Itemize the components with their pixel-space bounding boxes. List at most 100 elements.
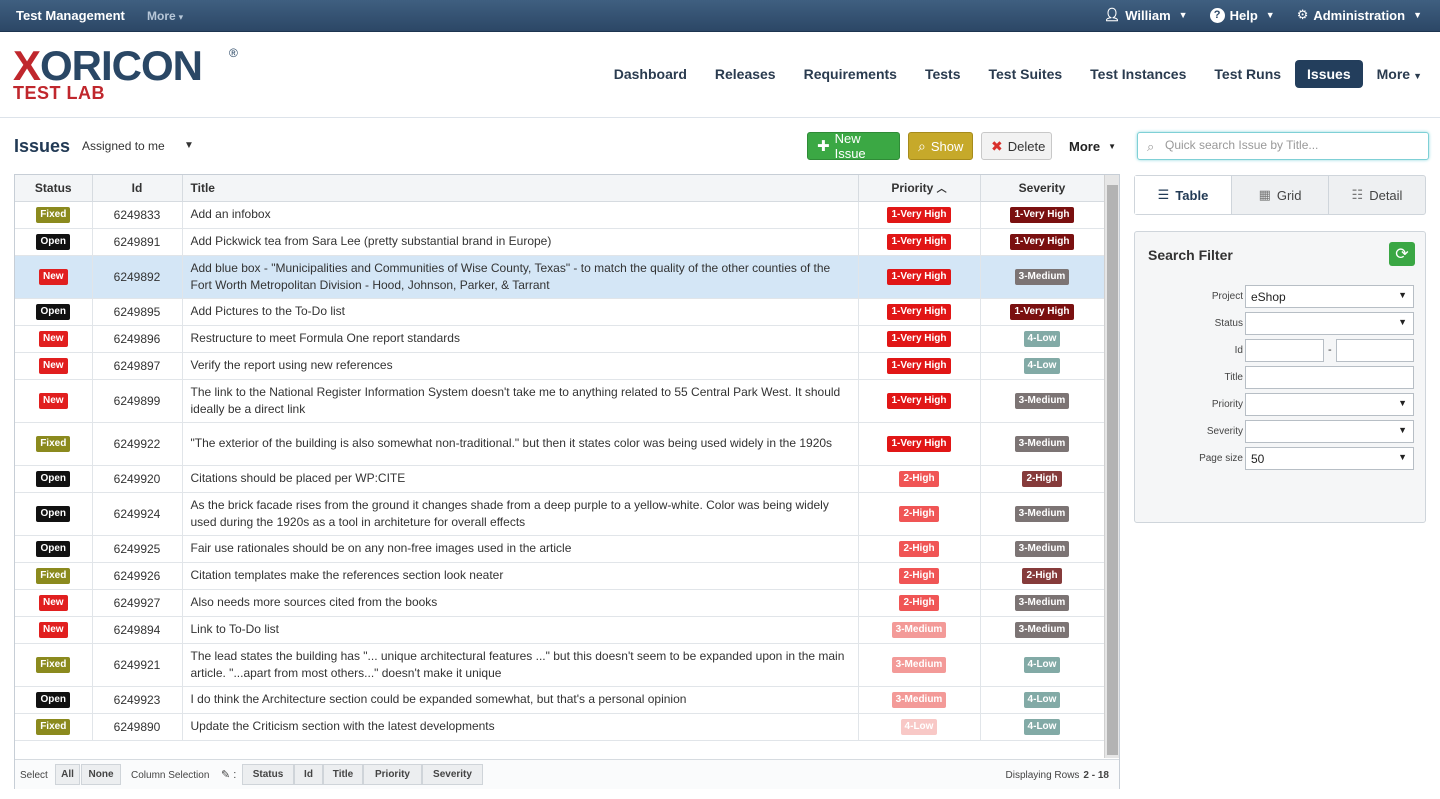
table-row[interactable]: New 6249894 Link to To-Do list 3-Medium 3-Me… [15, 616, 1105, 644]
tab-detail[interactable]: ☷ Detail [1329, 176, 1425, 214]
column-toggle-status[interactable]: Status [242, 764, 294, 785]
status-badge: New [38, 393, 68, 409]
column-header-title[interactable]: Title [182, 175, 859, 202]
show-button[interactable]: ⌕ Show [908, 132, 973, 160]
issue-title[interactable]: Citation templates make the references s… [182, 562, 859, 590]
table-row[interactable]: New 6249896 Restructure to meet Formula On… [15, 325, 1105, 353]
help-menu[interactable]: ? Help ▼ [1209, 7, 1275, 23]
issue-title[interactable]: Add an infobox [182, 201, 859, 229]
column-header-id[interactable]: Id [92, 175, 183, 202]
issue-title[interactable]: Also needs more sources cited from the b… [182, 589, 859, 617]
administration-menu[interactable]: ⚙ Administration ▼ [1297, 7, 1422, 23]
column-header-status[interactable]: Status [15, 175, 93, 202]
issue-title[interactable]: Add Pickwick tea from Sara Lee (pretty s… [182, 228, 859, 256]
table-row[interactable]: Open 6249923 I do think the Architecture s… [15, 686, 1105, 714]
select-all-button[interactable]: All [55, 764, 80, 785]
table-row[interactable]: New 6249892 Add blue box - "Municipalities… [15, 255, 1105, 299]
column-toggle-severity[interactable]: Severity [422, 764, 483, 785]
table-row[interactable]: New 6249897 Verify the report using new re… [15, 352, 1105, 380]
tab-table[interactable]: ☰ Table [1135, 176, 1232, 214]
column-toggle-id[interactable]: Id [294, 764, 323, 785]
issue-title[interactable]: The lead states the building has "... un… [182, 643, 859, 687]
delete-button[interactable]: ✖ Delete [981, 132, 1052, 160]
issue-title[interactable]: Add Pictures to the To-Do list [182, 298, 859, 326]
scrollbar-thumb[interactable] [1107, 185, 1118, 755]
issue-title[interactable]: The link to the National Register Inform… [182, 379, 859, 423]
logo[interactable]: XORICON ® TEST LAB [13, 45, 238, 103]
nav-releases[interactable]: Releases [701, 60, 790, 88]
pencil-icon[interactable]: ✎ : [221, 768, 236, 781]
refresh-icon: ⟳ [1395, 246, 1409, 263]
status-select[interactable]: ▼ [1245, 312, 1414, 335]
nav-tests[interactable]: Tests [911, 60, 975, 88]
more-actions-button[interactable]: More ▼ [1060, 132, 1120, 160]
severity-select[interactable]: ▼ [1245, 420, 1414, 443]
severity-badge: 3-Medium [1014, 506, 1070, 522]
issue-title[interactable]: Link to To-Do list [182, 616, 859, 644]
table-row[interactable]: Fixed 6249833 Add an infobox 1-Very High 1-V… [15, 201, 1105, 229]
issue-id: 6249890 [92, 713, 183, 741]
priority-badge: 3-Medium [891, 657, 947, 673]
table-row[interactable]: New 6249927 Also needs more sources cited … [15, 589, 1105, 617]
issue-title[interactable]: Update the Criticism section with the la… [182, 713, 859, 741]
tab-grid[interactable]: ▦ Grid [1232, 176, 1329, 214]
issue-title[interactable]: Add blue box - "Municipalities and Commu… [182, 255, 859, 299]
issue-title[interactable]: Fair use rationales should be on any non… [182, 535, 859, 563]
issue-title[interactable]: "The exterior of the building is also so… [182, 422, 859, 466]
issue-title[interactable]: Verify the report using new references [182, 352, 859, 380]
header: XORICON ® TEST LAB Dashboard Releases Re… [0, 32, 1440, 118]
nav-test-instances[interactable]: Test Instances [1076, 60, 1200, 88]
table-row[interactable]: Fixed 6249926 Citation templates make the … [15, 562, 1105, 590]
status-badge: Fixed [36, 719, 71, 735]
project-select[interactable]: eShop ▼ [1245, 285, 1414, 308]
issue-id: 6249895 [92, 298, 183, 326]
assigned-filter[interactable]: Assigned to me [82, 139, 165, 153]
status-badge: Fixed [36, 207, 71, 223]
nav-more[interactable]: More ▼ [1363, 60, 1422, 88]
vertical-scrollbar[interactable] [1104, 175, 1119, 758]
table-row[interactable]: Open 6249925 Fair use rationales should be… [15, 535, 1105, 563]
nav-test-suites[interactable]: Test Suites [975, 60, 1077, 88]
new-issue-button[interactable]: ✚ New Issue [807, 131, 900, 161]
page-size-select[interactable]: 50 ▼ [1245, 447, 1414, 470]
severity-badge: 3-Medium [1014, 436, 1070, 452]
quick-search[interactable]: ⌕ [1137, 132, 1429, 160]
status-badge: Fixed [36, 568, 71, 584]
table-row[interactable]: Open 6249924 As the brick facade rises fro… [15, 492, 1105, 536]
column-header-severity[interactable]: Severity [980, 175, 1105, 202]
table-row[interactable]: Open 6249895 Add Pictures to the To-Do lis… [15, 298, 1105, 326]
table-row[interactable]: New 6249899 The link to the National Regis… [15, 379, 1105, 423]
user-menu[interactable]: 👤︎ William ▼ [1104, 7, 1188, 23]
table-row[interactable]: Open 6249920 Citations should be placed pe… [15, 465, 1105, 493]
app-title[interactable]: Test Management [16, 8, 125, 23]
id-from-input[interactable] [1245, 339, 1324, 362]
nav-dashboard[interactable]: Dashboard [600, 60, 701, 88]
chevron-down-icon[interactable]: ▼ [184, 140, 194, 151]
column-toggle-priority[interactable]: Priority [363, 764, 422, 785]
column-header-priority[interactable]: Priority ︿ [858, 175, 981, 202]
priority-badge: 3-Medium [891, 692, 947, 708]
nav-requirements[interactable]: Requirements [790, 60, 911, 88]
issue-title[interactable]: As the brick facade rises from the groun… [182, 492, 859, 536]
top-more-menu[interactable]: More ▾ [147, 9, 183, 23]
nav-issues[interactable]: Issues [1295, 60, 1363, 88]
nav-test-runs[interactable]: Test Runs [1200, 60, 1295, 88]
table-row[interactable]: Open 6249891 Add Pickwick tea from Sara Le… [15, 228, 1105, 256]
issue-title[interactable]: I do think the Architecture section coul… [182, 686, 859, 714]
id-to-input[interactable] [1336, 339, 1414, 362]
refresh-button[interactable]: ⟳ [1389, 242, 1415, 266]
column-toggle-title[interactable]: Title [323, 764, 363, 785]
table-row[interactable]: Fixed 6249890 Update the Criticism section… [15, 713, 1105, 741]
priority-select[interactable]: ▼ [1245, 393, 1414, 416]
quick-search-input[interactable] [1165, 138, 1420, 152]
issue-title[interactable]: Citations should be placed per WP:CITE [182, 465, 859, 493]
select-none-button[interactable]: None [81, 764, 121, 785]
table-row[interactable]: Fixed 6249921 The lead states the building… [15, 643, 1105, 687]
issue-id: 6249891 [92, 228, 183, 256]
table-row[interactable]: Fixed 6249922 "The exterior of the buildin… [15, 422, 1105, 466]
user-icon: 👤︎ [1103, 7, 1121, 22]
priority-badge: 3-Medium [891, 622, 947, 638]
issue-title[interactable]: Restructure to meet Formula One report s… [182, 325, 859, 353]
filter-row-title: Title [1135, 366, 1427, 390]
title-input[interactable] [1245, 366, 1414, 389]
